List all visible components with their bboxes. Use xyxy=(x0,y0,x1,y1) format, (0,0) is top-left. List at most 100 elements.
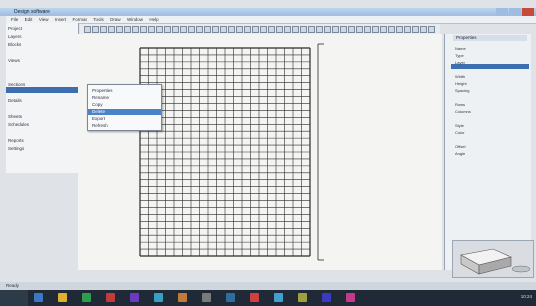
property-row[interactable]: Offset xyxy=(455,144,466,149)
3d-preview[interactable] xyxy=(452,240,534,278)
menu-file[interactable]: File xyxy=(11,16,18,23)
context-menu-item[interactable]: Delete xyxy=(88,109,161,115)
browser-item[interactable]: Settings xyxy=(8,146,24,152)
toolbar-button[interactable] xyxy=(116,26,123,33)
taskbar-app-icon[interactable] xyxy=(106,293,115,302)
property-row[interactable]: Columns xyxy=(455,109,471,114)
browser-item[interactable]: Sheets xyxy=(8,114,22,120)
taskbar-app-icon[interactable] xyxy=(226,293,235,302)
browser-item[interactable]: Project xyxy=(8,26,22,32)
taskbar-app-icon[interactable] xyxy=(346,293,355,302)
context-menu-item[interactable]: Export xyxy=(92,116,105,122)
taskbar-app-icon[interactable] xyxy=(154,293,163,302)
toolbar-button[interactable] xyxy=(372,26,379,33)
toolbar-button[interactable] xyxy=(364,26,371,33)
toolbar-button[interactable] xyxy=(380,26,387,33)
toolbar-button[interactable] xyxy=(140,26,147,33)
browser-item[interactable]: Layers xyxy=(8,34,22,40)
taskbar-app-icon[interactable] xyxy=(82,293,91,302)
context-menu-item[interactable]: Properties xyxy=(92,88,113,94)
taskbar-app-icon[interactable] xyxy=(298,293,307,302)
taskbar-app-icon[interactable] xyxy=(178,293,187,302)
toolbar-button[interactable] xyxy=(172,26,179,33)
property-row[interactable]: Rows xyxy=(455,102,465,107)
property-row[interactable]: Type xyxy=(455,53,464,58)
browser-item[interactable]: Details xyxy=(8,98,22,104)
menu-edit[interactable]: Edit xyxy=(25,16,33,23)
property-row[interactable]: Width xyxy=(455,74,465,79)
toolbar-button[interactable] xyxy=(156,26,163,33)
toolbar-button[interactable] xyxy=(228,26,235,33)
toolbar-button[interactable] xyxy=(196,26,203,33)
maximize-button[interactable] xyxy=(509,8,521,16)
taskbar-app-icon[interactable] xyxy=(250,293,259,302)
property-row[interactable]: Color xyxy=(455,130,465,135)
toolbar-button[interactable] xyxy=(100,26,107,33)
toolbar-button[interactable] xyxy=(428,26,435,33)
toolbar-button[interactable] xyxy=(348,26,355,33)
toolbar-button[interactable] xyxy=(388,26,395,33)
toolbar-button[interactable] xyxy=(356,26,363,33)
toolbar-button[interactable] xyxy=(204,26,211,33)
toolbar-button[interactable] xyxy=(180,26,187,33)
toolbar-button[interactable] xyxy=(244,26,251,33)
toolbar-button[interactable] xyxy=(220,26,227,33)
toolbar-button[interactable] xyxy=(148,26,155,33)
property-row[interactable]: Angle xyxy=(455,151,465,156)
toolbar-button[interactable] xyxy=(340,26,347,33)
property-row[interactable]: Height xyxy=(455,81,467,86)
property-row[interactable]: Style xyxy=(455,123,464,128)
toolbar-button[interactable] xyxy=(92,26,99,33)
menu-window[interactable]: Window xyxy=(127,16,143,23)
toolbar-button[interactable] xyxy=(412,26,419,33)
toolbar-button[interactable] xyxy=(108,26,115,33)
start-button[interactable] xyxy=(0,290,28,306)
browser-item[interactable]: Schedules xyxy=(8,122,29,128)
menu-format[interactable]: Format xyxy=(73,16,87,23)
toolbar-button[interactable] xyxy=(252,26,259,33)
toolbar-button[interactable] xyxy=(268,26,275,33)
menu-insert[interactable]: Insert xyxy=(55,16,66,23)
context-menu-item[interactable]: Refresh xyxy=(92,123,108,129)
toolbar-button[interactable] xyxy=(164,26,171,33)
toolbar-button[interactable] xyxy=(212,26,219,33)
selected-tree-item[interactable] xyxy=(6,87,86,93)
taskbar-app-icon[interactable] xyxy=(322,293,331,302)
property-row[interactable]: Spacing xyxy=(455,88,469,93)
property-row[interactable]: Layer xyxy=(455,60,465,65)
toolbar-button[interactable] xyxy=(300,26,307,33)
toolbar-button[interactable] xyxy=(260,26,267,33)
browser-item[interactable]: Blocks xyxy=(8,42,21,48)
toolbar-button[interactable] xyxy=(292,26,299,33)
toolbar-button[interactable] xyxy=(404,26,411,33)
menu-draw[interactable]: Draw xyxy=(110,16,121,23)
toolbar-button[interactable] xyxy=(332,26,339,33)
toolbar-button[interactable] xyxy=(84,26,91,33)
toolbar-button[interactable] xyxy=(132,26,139,33)
taskbar-app-icon[interactable] xyxy=(58,293,67,302)
toolbar-button[interactable] xyxy=(236,26,243,33)
toolbar-button[interactable] xyxy=(308,26,315,33)
toolbar-button[interactable] xyxy=(124,26,131,33)
menu-help[interactable]: Help xyxy=(149,16,158,23)
taskbar-app-icon[interactable] xyxy=(274,293,283,302)
minimize-button[interactable] xyxy=(496,8,508,16)
toolbar-button[interactable] xyxy=(324,26,331,33)
toolbar-button[interactable] xyxy=(420,26,427,33)
context-menu-item[interactable]: Copy xyxy=(92,102,103,108)
drawing-canvas[interactable] xyxy=(78,34,442,270)
taskbar-app-icon[interactable] xyxy=(202,293,211,302)
toolbar-button[interactable] xyxy=(188,26,195,33)
toolbar-button[interactable] xyxy=(316,26,323,33)
menu-tools[interactable]: Tools xyxy=(93,16,104,23)
close-button[interactable] xyxy=(522,8,534,16)
property-row[interactable]: Name xyxy=(455,46,466,51)
taskbar-app-icon[interactable] xyxy=(130,293,139,302)
toolbar-button[interactable] xyxy=(396,26,403,33)
context-menu-item[interactable]: Rename xyxy=(92,95,109,101)
taskbar-app-icon[interactable] xyxy=(34,293,43,302)
menu-view[interactable]: View xyxy=(39,16,49,23)
browser-item[interactable]: Reports xyxy=(8,138,24,144)
toolbar-button[interactable] xyxy=(284,26,291,33)
browser-item[interactable]: Views xyxy=(8,58,20,64)
